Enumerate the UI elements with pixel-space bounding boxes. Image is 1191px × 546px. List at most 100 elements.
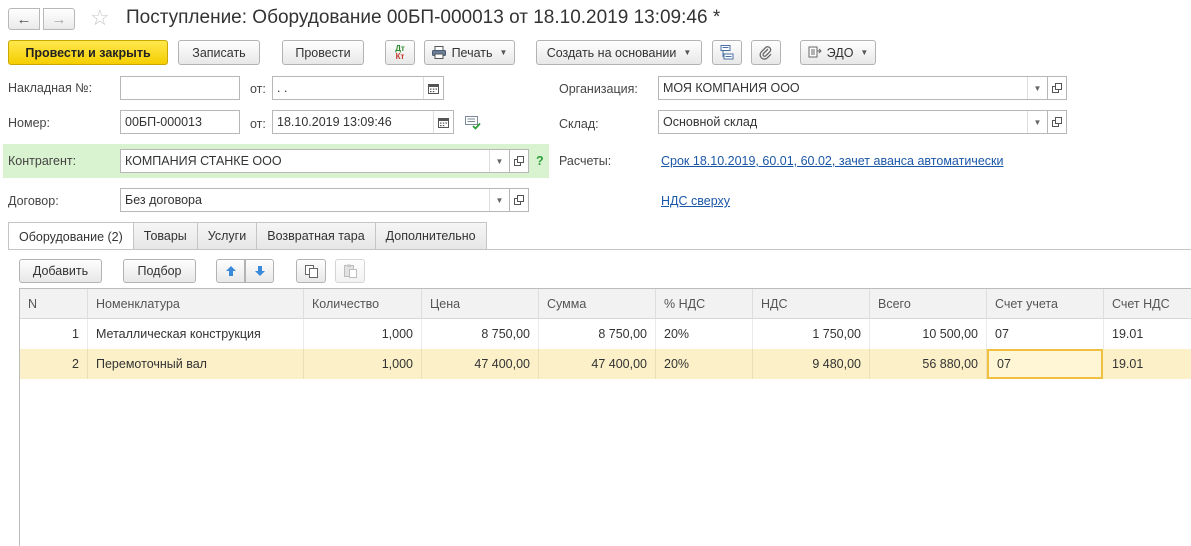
column-header[interactable]: Всего [870, 289, 987, 319]
price-cell[interactable]: 8 750,00 [422, 319, 539, 349]
favorite-star-icon[interactable]: ☆ [90, 5, 110, 31]
paste-icon [343, 264, 357, 278]
row-number-cell[interactable]: 1 [20, 319, 88, 349]
title-bar: ← → ☆ Поступление: Оборудование 00БП-000… [0, 0, 1191, 38]
sum-cell[interactable]: 47 400,00 [539, 349, 656, 379]
pick-button[interactable]: Подбор [123, 259, 196, 283]
attach-button[interactable] [751, 40, 781, 65]
copy-row-button[interactable] [296, 259, 326, 283]
print-button[interactable]: Печать ▼ [424, 40, 515, 65]
chevron-down-icon[interactable]: ▼ [1027, 77, 1047, 99]
column-header[interactable]: Количество [304, 289, 422, 319]
number-value: 00БП-000013 [125, 115, 202, 129]
tab-equipment[interactable]: Оборудование (2) [8, 222, 134, 250]
chevron-down-icon[interactable]: ▼ [489, 189, 509, 211]
contract-label: Договор: [8, 194, 59, 208]
number-input[interactable]: 00БП-000013 [120, 110, 240, 134]
contractor-input[interactable]: КОМПАНИЯ СТАНКЕ ООО ▼ [120, 149, 510, 173]
date-input[interactable]: 18.10.2019 13:09:46 [272, 110, 454, 134]
account-cell[interactable]: 07 [987, 319, 1104, 349]
organization-open-button[interactable] [1047, 76, 1067, 100]
invoice-date-value: . . [277, 81, 288, 95]
copy-icon [304, 264, 318, 278]
contract-input[interactable]: Без договора ▼ [120, 188, 510, 212]
post-and-close-button[interactable]: Провести и закрыть [8, 40, 168, 65]
tab-bar: Оборудование (2) Товары Услуги Возвратна… [8, 222, 487, 250]
column-header[interactable]: % НДС [656, 289, 753, 319]
total-cell[interactable]: 56 880,00 [870, 349, 987, 379]
comment-check-icon[interactable] [465, 115, 481, 133]
move-down-button[interactable] [245, 259, 274, 283]
chevron-down-icon[interactable]: ▼ [489, 150, 509, 172]
back-button[interactable]: ← [8, 8, 40, 30]
invoice-number-input[interactable] [120, 76, 240, 100]
create-based-on-label: Создать на основании [546, 45, 677, 60]
invoice-number-label: Накладная №: [8, 81, 93, 95]
warehouse-input[interactable]: Основной склад ▼ [658, 110, 1048, 134]
tab-goods[interactable]: Товары [132, 222, 198, 249]
paste-button[interactable] [335, 259, 365, 283]
contractor-label: Контрагент: [8, 154, 77, 168]
tab-services[interactable]: Услуги [196, 222, 258, 249]
quantity-cell[interactable]: 1,000 [304, 349, 422, 379]
forward-button[interactable]: → [43, 8, 75, 30]
save-button[interactable]: Записать [178, 40, 260, 65]
total-cell[interactable]: 10 500,00 [870, 319, 987, 349]
column-header[interactable]: Цена [422, 289, 539, 319]
column-header[interactable]: Номенклатура [88, 289, 304, 319]
vat-account-cell[interactable]: 19.01 [1104, 349, 1191, 379]
chevron-down-icon[interactable]: ▼ [1027, 111, 1047, 133]
contract-open-button[interactable] [509, 188, 529, 212]
vat-rate-cell[interactable]: 20% [656, 349, 753, 379]
add-button[interactable]: Добавить [19, 259, 102, 283]
open-window-icon [514, 195, 524, 205]
table-row[interactable]: 1 Металлическая конструкция 1,000 8 750,… [20, 319, 1191, 349]
contractor-open-button[interactable] [509, 149, 529, 173]
printer-icon [431, 46, 446, 59]
structure-button[interactable] [712, 40, 742, 65]
table-row-selected[interactable]: 2 Перемоточный вал 1,000 47 400,00 47 40… [20, 349, 1191, 379]
invoice-date-label: от: [250, 82, 266, 96]
vat-account-cell[interactable]: 19.01 [1104, 319, 1191, 349]
calendar-icon[interactable] [423, 77, 443, 99]
sum-cell[interactable]: 8 750,00 [539, 319, 656, 349]
edo-icon [808, 46, 822, 59]
column-header[interactable]: НДС [753, 289, 870, 319]
help-icon[interactable]: ? [536, 154, 544, 168]
tab-returnable-packaging[interactable]: Возвратная тара [256, 222, 376, 249]
column-header[interactable]: Счет учета [987, 289, 1104, 319]
edo-button[interactable]: ЭДО ▼ [800, 40, 876, 65]
item-cell[interactable]: Металлическая конструкция [88, 319, 304, 349]
organization-label: Организация: [559, 82, 638, 96]
settlements-label: Расчеты: [559, 154, 612, 168]
column-header[interactable]: Сумма [539, 289, 656, 319]
move-up-button[interactable] [216, 259, 245, 283]
account-cell-active[interactable]: 07 [987, 349, 1103, 379]
price-cell[interactable]: 47 400,00 [422, 349, 539, 379]
warehouse-label: Склад: [559, 117, 599, 131]
column-header[interactable]: N [20, 289, 88, 319]
create-based-on-button[interactable]: Создать на основании ▼ [536, 40, 702, 65]
organization-input[interactable]: МОЯ КОМПАНИЯ ООО ▼ [658, 76, 1048, 100]
column-header[interactable]: Счет НДС [1104, 289, 1191, 319]
equipment-table: N Номенклатура Количество Цена Сумма % Н… [19, 288, 1191, 546]
invoice-date-input[interactable]: . . [272, 76, 444, 100]
settlements-link[interactable]: Срок 18.10.2019, 60.01, 60.02, зачет ава… [661, 154, 1003, 168]
arrow-left-icon: ← [16, 10, 32, 28]
dt-kt-button[interactable]: Дт Кт [385, 40, 415, 65]
quantity-cell[interactable]: 1,000 [304, 319, 422, 349]
row-number-cell[interactable]: 2 [20, 349, 88, 379]
vat-cell[interactable]: 1 750,00 [753, 319, 870, 349]
vat-cell[interactable]: 9 480,00 [753, 349, 870, 379]
warehouse-open-button[interactable] [1047, 110, 1067, 134]
kt-label: Кт [395, 51, 405, 61]
vat-rate-cell[interactable]: 20% [656, 319, 753, 349]
vat-on-top-link[interactable]: НДС сверху [661, 194, 730, 208]
table-header: N Номенклатура Количество Цена Сумма % Н… [20, 289, 1191, 319]
tab-additional[interactable]: Дополнительно [374, 222, 487, 249]
calendar-icon[interactable] [433, 111, 453, 133]
dt-kt-icon: Дт Кт [395, 44, 405, 61]
post-button[interactable]: Провести [282, 40, 364, 65]
chevron-down-icon: ▼ [860, 48, 869, 57]
item-cell[interactable]: Перемоточный вал [88, 349, 304, 379]
